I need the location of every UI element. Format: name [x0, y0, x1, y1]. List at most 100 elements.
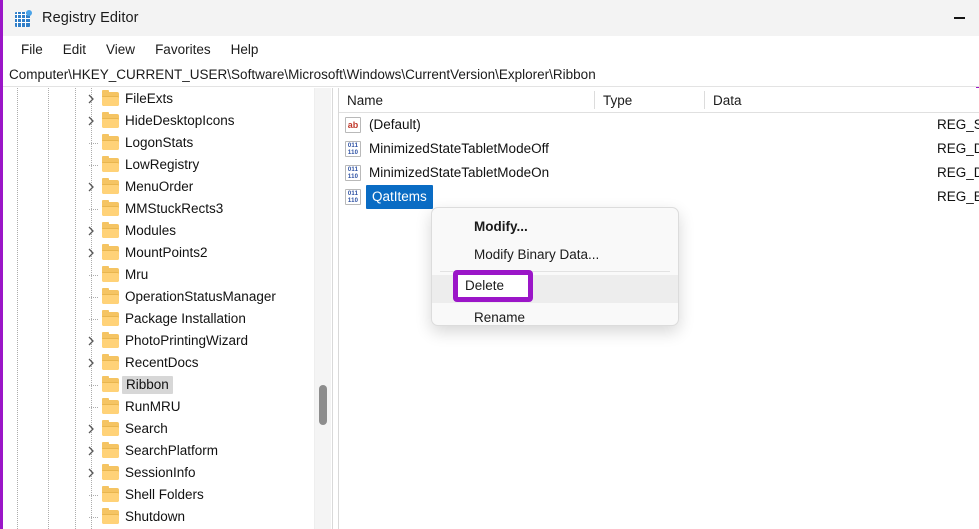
column-header-type[interactable]: Type — [595, 88, 705, 112]
tree-scrollbar-thumb[interactable] — [319, 385, 327, 425]
tree-item-label: PhotoPrintingWizard — [125, 333, 249, 348]
chevron-right-icon[interactable] — [85, 445, 97, 457]
tree-item-fileexts[interactable]: FileExts — [3, 88, 313, 110]
registry-editor-icon — [15, 9, 32, 27]
tree-item-label: MenuOrder — [125, 179, 194, 194]
registry-value-row[interactable]: ab(Default)REG_SZ(value not set) — [339, 113, 979, 137]
tree-item-label: LogonStats — [125, 135, 194, 150]
tree-item-searchplatform[interactable]: SearchPlatform — [3, 440, 313, 462]
tree-item-label: Ribbon — [122, 376, 173, 394]
tree-item-runmru[interactable]: RunMRU — [3, 396, 313, 418]
tree-scrollbar[interactable] — [314, 88, 331, 529]
context-menu-item-modify-binary-data[interactable]: Modify Binary Data... — [432, 240, 678, 268]
value-name: MinimizedStateTabletModeOn — [369, 165, 550, 180]
folder-icon — [102, 354, 119, 370]
value-name: (Default) — [369, 117, 421, 132]
binary-value-icon: 011 110 — [345, 141, 361, 157]
folder-icon — [102, 486, 119, 502]
tree-connector — [89, 385, 99, 386]
tree-connector — [89, 495, 99, 496]
tree-item-operationstatusmanager[interactable]: OperationStatusManager — [3, 286, 313, 308]
menu-bar: File Edit View Favorites Help — [3, 36, 979, 62]
menu-favorites[interactable]: Favorites — [145, 39, 221, 60]
context-menu-item-modify[interactable]: Modify... — [432, 212, 678, 240]
tree-item-label: Shutdown — [125, 509, 186, 524]
tree-item-sessioninfo[interactable]: SessionInfo — [3, 462, 313, 484]
context-menu-separator — [440, 271, 670, 272]
window-controls — [937, 0, 979, 36]
address-bar[interactable]: Computer\HKEY_CURRENT_USER\Software\Micr… — [3, 62, 979, 87]
tree-item-label: Package Installation — [125, 311, 246, 326]
tree-item-menuorder[interactable]: MenuOrder — [3, 176, 313, 198]
tree-item-lowregistry[interactable]: LowRegistry — [3, 154, 313, 176]
tree-item-recentdocs[interactable]: RecentDocs — [3, 352, 313, 374]
value-name: QatItems — [366, 185, 433, 209]
list-column-headers: Name Type Data — [339, 88, 979, 113]
tree-item-label: Modules — [125, 223, 177, 238]
tree-item-photoprintingwizard[interactable]: PhotoPrintingWizard — [3, 330, 313, 352]
tree-connector — [89, 209, 99, 210]
menu-file[interactable]: File — [11, 39, 53, 60]
tree-item-label: LowRegistry — [125, 157, 200, 172]
tree-item-mru[interactable]: Mru — [3, 264, 313, 286]
tree-item-shutdown[interactable]: Shutdown — [3, 506, 313, 528]
delete-annotation-label: Delete — [465, 278, 505, 293]
chevron-right-icon[interactable] — [85, 335, 97, 347]
tree-item-label: MMStuckRects3 — [125, 201, 224, 216]
registry-value-row[interactable]: 011110QatItemsREG_BINARY3c 73 69 71 3a 6… — [339, 185, 979, 209]
context-menu-item-rename[interactable]: Rename — [432, 303, 678, 331]
chevron-right-icon[interactable] — [85, 225, 97, 237]
column-header-data[interactable]: Data — [705, 88, 979, 112]
tree-connector — [89, 275, 99, 276]
tree-connector — [89, 165, 99, 166]
chevron-right-icon[interactable] — [85, 247, 97, 259]
tree-item-shell-folders[interactable]: Shell Folders — [3, 484, 313, 506]
tree-item-label: RunMRU — [125, 399, 181, 414]
tree-item-label: HideDesktopIcons — [125, 113, 235, 128]
folder-icon — [102, 200, 119, 216]
tree-item-ribbon[interactable]: Ribbon — [3, 374, 313, 396]
chevron-right-icon[interactable] — [85, 467, 97, 479]
chevron-right-icon[interactable] — [85, 181, 97, 193]
minimize-button[interactable] — [937, 0, 979, 36]
folder-icon — [102, 464, 119, 480]
chevron-right-icon[interactable] — [85, 423, 97, 435]
tree-connector — [89, 517, 99, 518]
folder-icon — [102, 332, 119, 348]
tree-item-mountpoints2[interactable]: MountPoints2 — [3, 242, 313, 264]
chevron-right-icon[interactable] — [85, 115, 97, 127]
tree-connector — [89, 143, 99, 144]
registry-value-rows: ab(Default)REG_SZ(value not set)011110Mi… — [339, 113, 979, 209]
folder-icon — [102, 398, 119, 414]
string-value-icon: ab — [345, 117, 361, 133]
context-menu[interactable]: Modify... Modify Binary Data... Delete R… — [431, 207, 679, 326]
tree-item-mmstuckrects3[interactable]: MMStuckRects3 — [3, 198, 313, 220]
tree-item-label: SearchPlatform — [125, 443, 219, 458]
folder-icon — [102, 222, 119, 238]
tree-item-label: Mru — [125, 267, 149, 282]
folder-icon — [102, 156, 119, 172]
registry-value-row[interactable]: 011110 MinimizedStateTabletModeOff REG_DWO… — [339, 137, 979, 161]
tree-connector — [89, 407, 99, 408]
menu-help[interactable]: Help — [221, 39, 269, 60]
tree-item-label: SessionInfo — [125, 465, 196, 480]
folder-icon — [102, 288, 119, 304]
chevron-right-icon[interactable] — [85, 357, 97, 369]
folder-icon — [102, 178, 119, 194]
chevron-right-icon[interactable] — [85, 93, 97, 105]
menu-edit[interactable]: Edit — [53, 39, 96, 60]
column-header-name[interactable]: Name — [339, 88, 601, 112]
folder-icon — [102, 376, 119, 392]
tree-item-hidedesktopicons[interactable]: HideDesktopIcons — [3, 110, 313, 132]
tree-item-label: OperationStatusManager — [125, 289, 276, 304]
tree-item-search[interactable]: Search — [3, 418, 313, 440]
pane-splitter[interactable] — [332, 88, 339, 529]
registry-tree-pane[interactable]: FileExts HideDesktopIcons LogonStats LowReg… — [3, 88, 333, 529]
tree-item-package-installation[interactable]: Package Installation — [3, 308, 313, 330]
tree-item-modules[interactable]: Modules — [3, 220, 313, 242]
menu-view[interactable]: View — [96, 39, 145, 60]
registry-value-row[interactable]: 011110 MinimizedStateTabletModeOn REG_DWOR… — [339, 161, 979, 185]
value-type: REG_DWORD — [937, 165, 979, 180]
tree-item-logonstats[interactable]: LogonStats — [3, 132, 313, 154]
tree-connector — [89, 319, 99, 320]
